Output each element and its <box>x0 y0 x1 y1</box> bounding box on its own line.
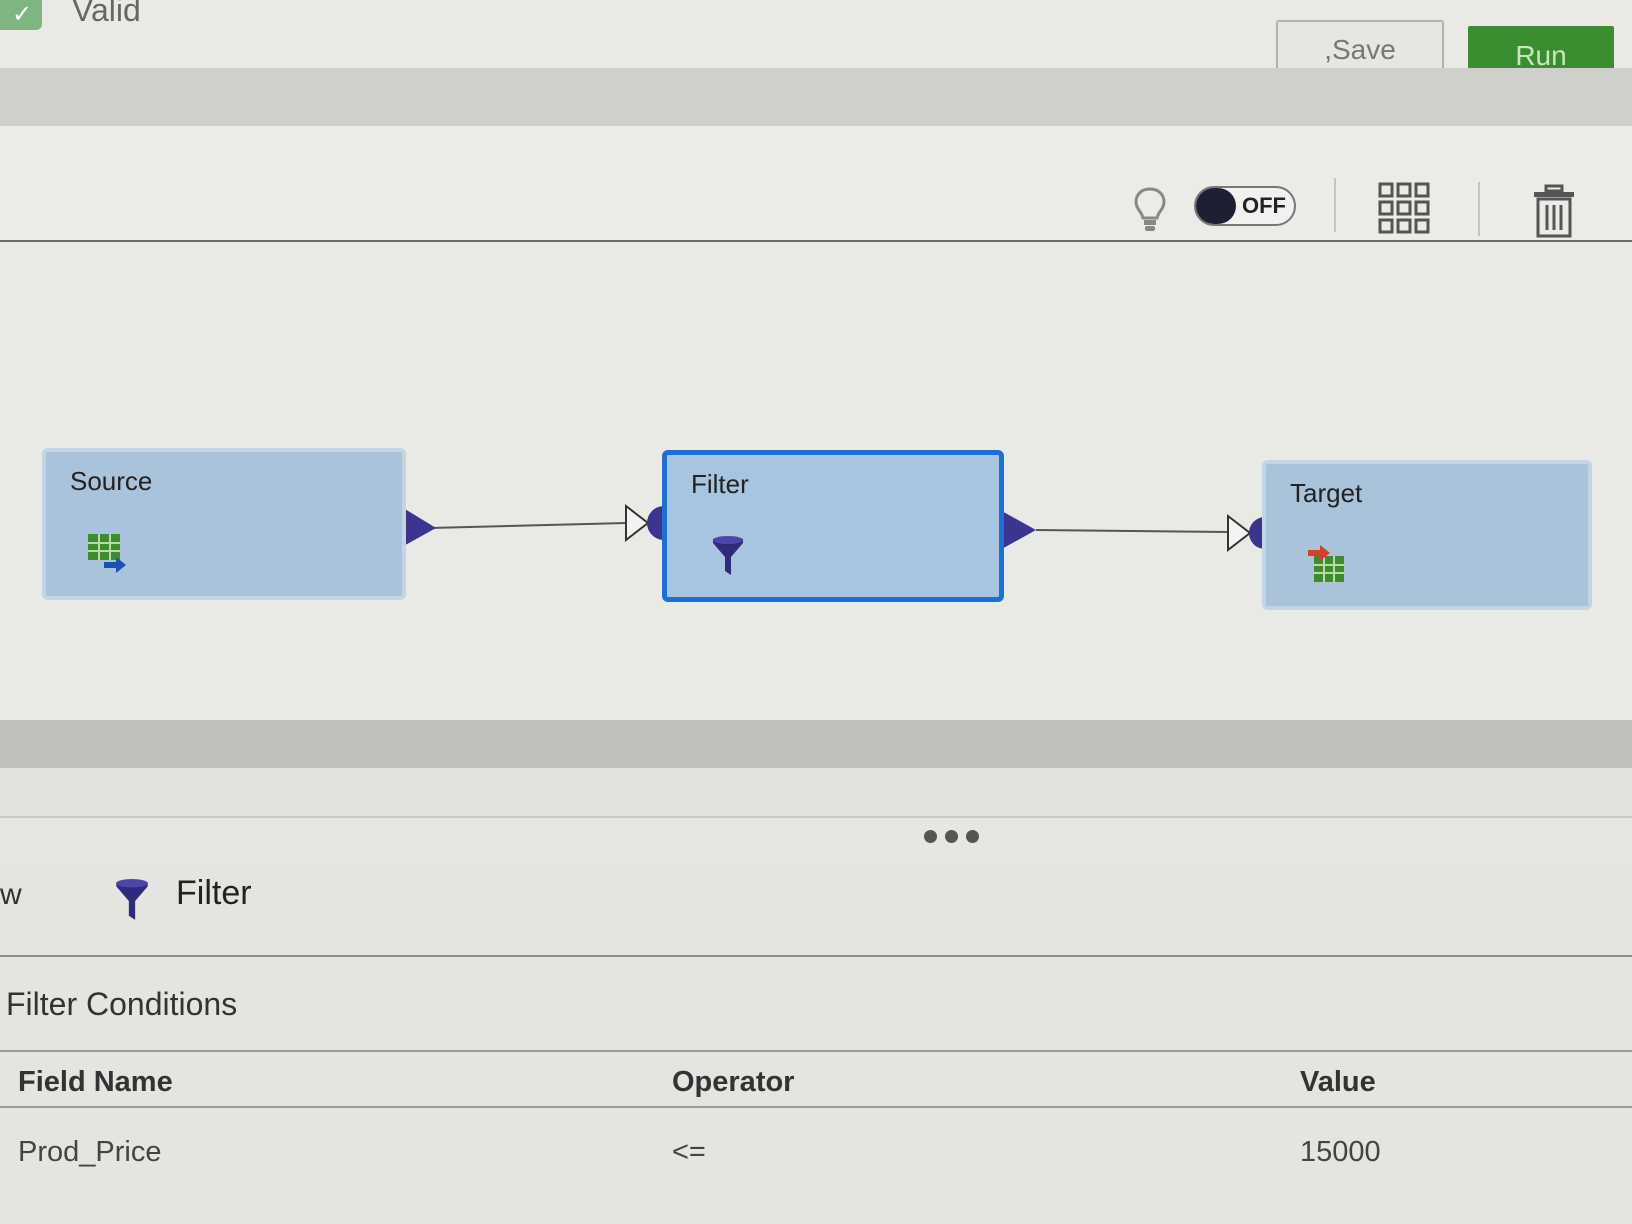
section-title: Filter Conditions <box>6 986 238 1022</box>
divider <box>0 1050 1632 1052</box>
column-header-value[interactable]: Value <box>1300 1066 1376 1099</box>
divider <box>0 955 1632 957</box>
panel-splitter[interactable] <box>0 720 1632 768</box>
target-table-icon <box>1308 545 1344 582</box>
connector-line <box>1035 529 1229 533</box>
drag-handle-icon[interactable] <box>924 830 988 846</box>
value-cell[interactable]: 15000 <box>1300 1136 1381 1169</box>
node-title: Source <box>70 466 153 496</box>
filter-input-arrow <box>625 503 650 543</box>
column-header-operator[interactable]: Operator <box>672 1066 794 1099</box>
operator-cell[interactable]: <= <box>672 1136 706 1169</box>
filter-node[interactable]: Filter <box>662 450 1004 602</box>
column-header-field-name[interactable]: Field Name <box>18 1066 173 1099</box>
panel-tab-fragment[interactable]: w <box>0 878 22 912</box>
target-node[interactable]: Target <box>1262 460 1592 610</box>
funnel-icon <box>116 879 148 920</box>
target-input-arrow <box>1227 513 1252 553</box>
field-name-cell[interactable]: Prod_Price <box>18 1136 161 1169</box>
source-table-icon <box>88 534 126 573</box>
panel-title: Filter <box>176 874 252 912</box>
connector-line <box>429 522 627 529</box>
properties-panel <box>0 862 1632 1224</box>
filter-output-port <box>1000 510 1036 550</box>
node-title: Target <box>1290 478 1363 508</box>
node-title: Filter <box>691 469 749 499</box>
panel-header-strip <box>0 768 1632 818</box>
divider <box>0 1106 1632 1108</box>
funnel-icon <box>713 536 743 575</box>
source-node[interactable]: Source <box>42 448 406 600</box>
